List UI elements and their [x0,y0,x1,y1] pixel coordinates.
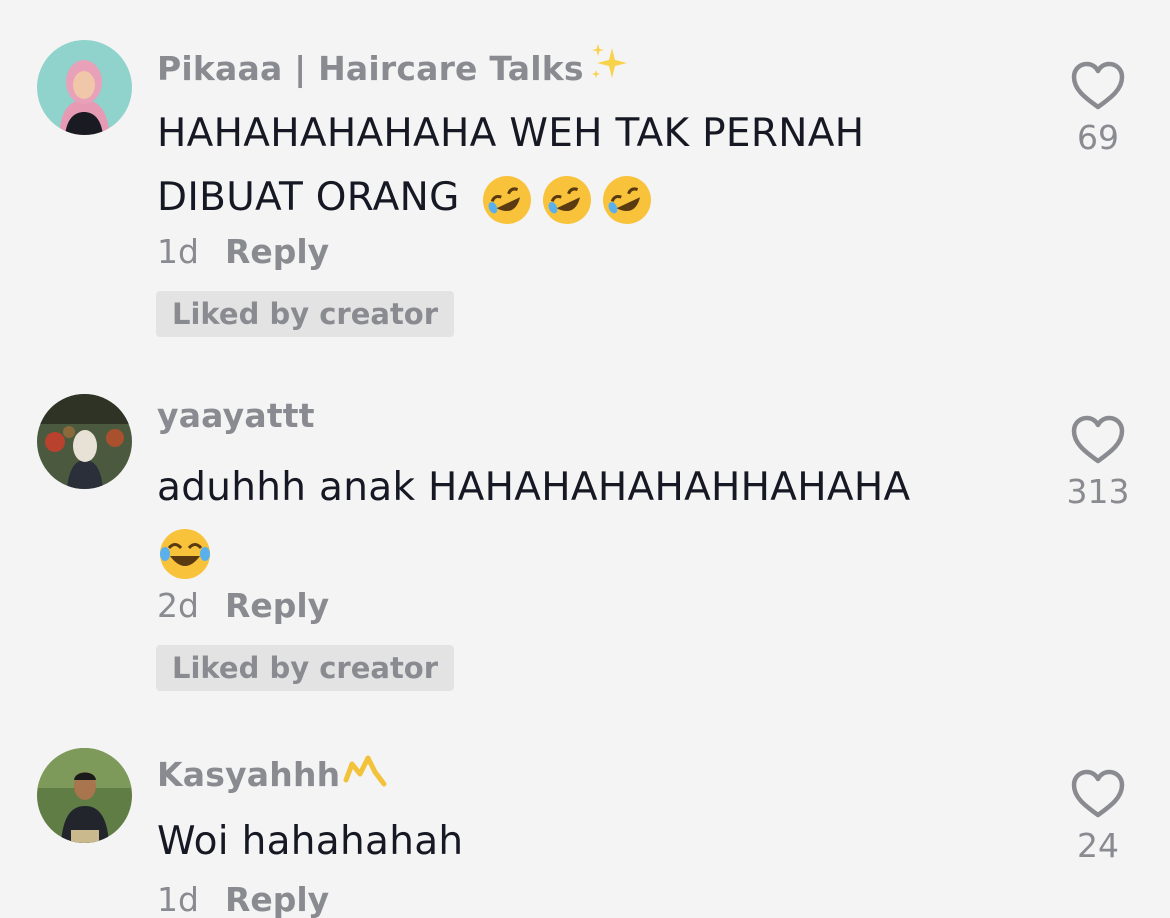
like-column: 24 [1048,768,1148,865]
comment-list: Pikaaa | Haircare Talks HAHAHAHAHAHA WEH… [0,0,1170,918]
comment-meta: 1d Reply [157,232,329,271]
comment-meta: 2d Reply [157,586,329,625]
comment-item: Kasyahhh Woi hahahahah 1d Reply 24 [0,748,1170,918]
username[interactable]: Pikaaa | Haircare Talks [157,42,632,88]
comment-item: yaayattt aduhhh anak HAHAHAHAHAHHAHAHA 2… [0,394,1170,704]
comment-meta: 1d Reply [157,880,329,918]
avatar[interactable] [37,394,132,489]
comment-text: aduhhh anak HAHAHAHAHAHHAHAHA [157,456,977,584]
like-column: 313 [1048,414,1148,511]
timestamp: 1d [157,232,199,271]
reply-button[interactable]: Reply [225,586,329,625]
avatar[interactable] [37,40,132,135]
username[interactable]: yaayattt [157,396,315,435]
face-with-tears-of-joy-icon [160,528,210,579]
rolling-on-floor-laughing-icon [543,175,592,224]
avatar[interactable] [37,748,132,843]
heart-icon[interactable] [1070,768,1126,820]
comment-item: Pikaaa | Haircare Talks HAHAHAHAHAHA WEH… [0,40,1170,350]
comment-text: HAHAHAHAHAHA WEH TAK PERNAH DIBUAT ORANG [157,102,977,230]
like-column: 69 [1048,60,1148,157]
reply-button[interactable]: Reply [225,232,329,271]
rolling-on-floor-laughing-icon [483,175,532,224]
like-count: 313 [1066,472,1130,511]
timestamp: 2d [157,586,199,625]
heart-icon[interactable] [1070,60,1126,112]
liked-by-creator-badge: Liked by creator [156,645,455,691]
sparkles-icon [591,44,627,78]
rolling-on-floor-laughing-icon [603,175,652,224]
like-count: 69 [1077,118,1119,157]
timestamp: 1d [157,880,199,918]
crown-icon [343,755,387,787]
like-count: 24 [1077,826,1119,865]
reply-button[interactable]: Reply [225,880,329,918]
liked-by-creator-badge: Liked by creator [156,291,455,337]
heart-icon[interactable] [1070,414,1126,466]
comment-text: Woi hahahahah [157,819,464,864]
username[interactable]: Kasyahhh [157,750,388,794]
